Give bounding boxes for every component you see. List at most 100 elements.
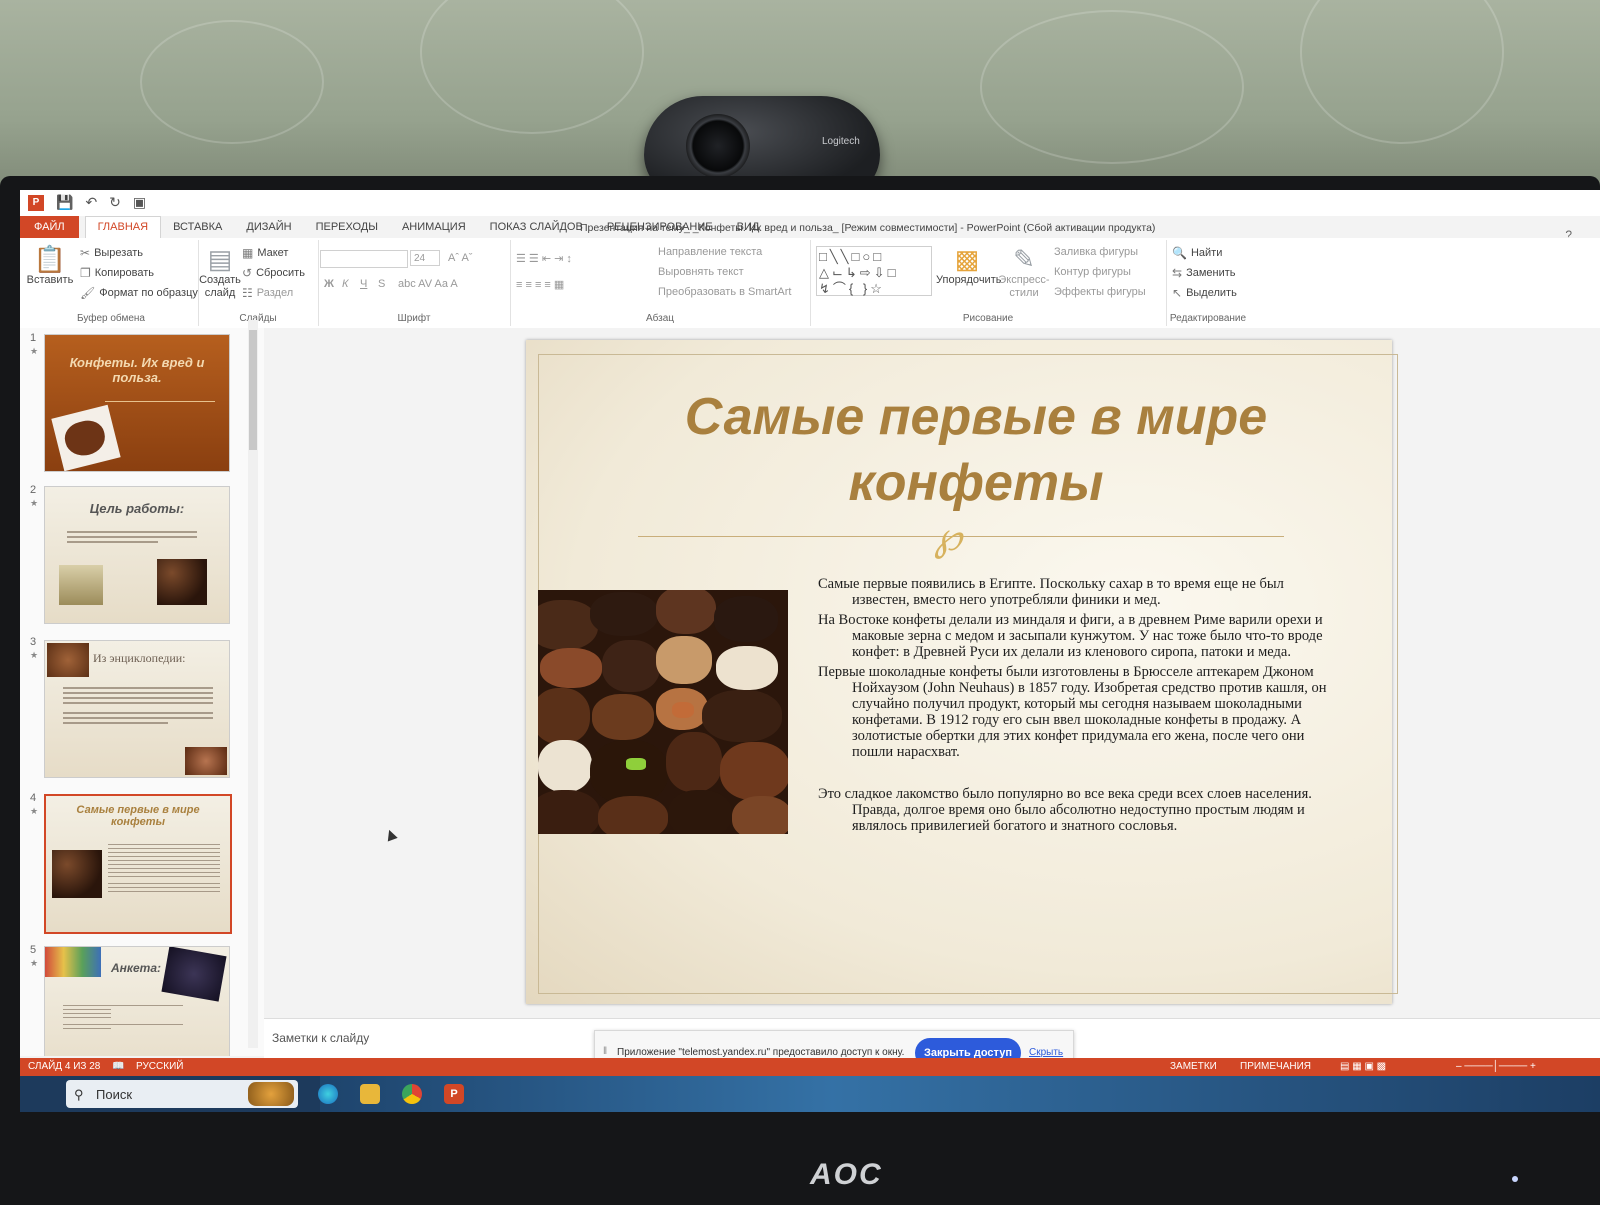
windows-taskbar: ⚲ Поиск P (20, 1076, 1600, 1112)
tab-slideshow[interactable]: ПОКАЗ СЛАЙДОВ (478, 221, 595, 238)
slide-thumbnail-2[interactable]: Цель работы: (44, 486, 230, 624)
chrome-icon[interactable] (402, 1084, 422, 1104)
thumb-title: Анкета: (111, 961, 162, 975)
bullets-icon[interactable]: ☰ ☰ ⇤ ⇥ ↕ (516, 252, 572, 265)
font-grow-icon[interactable]: Aˆ Aˇ (448, 252, 472, 264)
scrollbar-thumb[interactable] (249, 330, 257, 450)
notes-placeholder: Заметки к слайду (272, 1031, 370, 1045)
shapes-gallery[interactable]: □╲╲□○□ △⌙↳⇨⇩□ ↯⌒{ }☆ (816, 246, 932, 296)
underline-button[interactable]: Ч (360, 278, 367, 290)
spellcheck-icon[interactable]: 📖 (112, 1061, 124, 1072)
smartart-button[interactable]: Преобразовать в SmartArt (658, 286, 791, 298)
drag-handle-icon[interactable]: ‖ (603, 1046, 607, 1057)
cursor-icon: ↖ (1172, 286, 1183, 300)
tab-design[interactable]: ДИЗАЙН (234, 221, 303, 238)
slide-body-text[interactable]: Самые первые появились в Египте. Посколь… (818, 576, 1338, 838)
clipboard-icon: 📋 (33, 244, 67, 274)
bold-button[interactable]: Ж (324, 278, 334, 290)
thumb-text-lines (63, 1005, 183, 1032)
font-size-select[interactable]: 24 (410, 250, 440, 266)
copy-button[interactable]: ❐ Копировать (80, 266, 154, 280)
current-slide[interactable]: Самые первые в мире конфеты ℘ Самые перв… (526, 340, 1398, 1004)
tab-home[interactable]: ГЛАВНАЯ (84, 216, 162, 238)
text-direction-button[interactable]: Направление текста (658, 246, 762, 258)
binoculars-icon: 🔍 (1172, 246, 1187, 260)
thumb-number: 1 (30, 332, 37, 344)
thumb-number: 3 (30, 636, 37, 648)
thumb-photo (52, 850, 102, 898)
cut-button[interactable]: ✂ Вырезать (80, 246, 143, 260)
thumbnails-scrollbar[interactable] (248, 320, 258, 1048)
select-button[interactable]: ↖ Выделить (1172, 286, 1237, 300)
replace-icon: ⇆ (1172, 266, 1183, 280)
paste-button[interactable]: 📋 Вставить (26, 244, 74, 287)
new-slide-button[interactable]: ▤ Создать слайд (198, 244, 242, 300)
shape-effects-button[interactable]: Эффекты фигуры (1054, 286, 1146, 298)
format-painter-button[interactable]: 🖌 Формат по образцу (80, 286, 198, 300)
font-name-select[interactable] (320, 250, 408, 268)
animation-star-icon: ★ (30, 806, 39, 816)
language-indicator[interactable]: РУССКИЙ (136, 1061, 183, 1072)
drawing-group-label: Рисование (962, 313, 1014, 324)
thumb-title: Самые первые в мире конфеты (76, 804, 200, 828)
replace-button[interactable]: ⇆ Заменить (1172, 266, 1236, 280)
hide-link[interactable]: Скрыть (1029, 1047, 1063, 1058)
layout-button[interactable]: ▦ Макет (242, 246, 288, 260)
taskbar-search[interactable]: ⚲ Поиск (66, 1080, 298, 1108)
quick-styles-label: Экспресс-стили (998, 274, 1050, 299)
thumb-title: Конфеты. Их вред и польза. (69, 355, 205, 385)
align-text-button[interactable]: Выровнять текст (658, 266, 744, 278)
strikethrough-icon[interactable]: abc AV Aa A (398, 278, 458, 290)
slide-paragraph: Первые шоколадные конфеты были изготовле… (818, 664, 1327, 760)
reset-icon: ↺ (242, 266, 253, 280)
undo-icon[interactable]: ↶ (85, 194, 97, 211)
paragraph-group-label: Абзац (645, 313, 675, 324)
shadow-button[interactable]: S (378, 278, 385, 290)
ribbon: 📋 Вставить ✂ Вырезать ❐ Копировать 🖌 Формат… (20, 238, 1600, 329)
slide-thumbnail-5[interactable]: Анкета: (44, 946, 230, 1056)
status-bar: СЛАЙД 4 ИЗ 28 📖 РУССКИЙ ЗАМЕТКИ ПРИМЕЧАН… (20, 1058, 1600, 1076)
redo-icon[interactable]: ↻ (109, 194, 121, 211)
quick-access-toolbar: P 💾 ↶ ↻ ▣ (28, 194, 146, 211)
thumb-title: Из энциклопедии: (93, 651, 186, 665)
thumb-photo (47, 643, 89, 677)
start-slideshow-icon[interactable]: ▣ (133, 194, 146, 211)
group-slides: ▤ Создать слайд ▦ Макет ↺ Сбросить ☷ Раздел… (198, 240, 319, 326)
shape-fill-button[interactable]: Заливка фигуры (1054, 246, 1138, 258)
zoom-slider[interactable]: – ────│──── + (1456, 1061, 1536, 1072)
thumb-photo (45, 947, 101, 977)
section-button[interactable]: ☷ Раздел (242, 286, 293, 300)
slide-title[interactable]: Самые первые в мире конфеты (626, 384, 1326, 516)
search-highlight-image (248, 1082, 294, 1106)
edge-icon[interactable] (318, 1084, 338, 1104)
thumb-photo (59, 565, 103, 605)
reset-button[interactable]: ↺ Сбросить (242, 266, 305, 280)
find-button[interactable]: 🔍 Найти (1172, 246, 1222, 260)
group-editing: 🔍 Найти ⇆ Заменить ↖ Выделить Редактировани… (1166, 240, 1250, 326)
powerpoint-taskbar-icon[interactable]: P (444, 1084, 464, 1104)
slide-thumbnail-4[interactable]: Самые первые в мире конфеты (44, 794, 232, 934)
comments-toggle[interactable]: ПРИМЕЧАНИЯ (1240, 1061, 1311, 1072)
save-icon[interactable]: 💾 (56, 194, 73, 211)
shape-outline-button[interactable]: Контур фигуры (1054, 266, 1131, 278)
tab-insert[interactable]: ВСТАВКА (161, 221, 234, 238)
arrange-button[interactable]: ▩ Упорядочить (936, 244, 1001, 287)
heart-candy-box (61, 416, 109, 460)
file-explorer-icon[interactable] (360, 1084, 380, 1104)
mouse-cursor-icon: ▲ (378, 821, 403, 847)
tab-transitions[interactable]: ПЕРЕХОДЫ (304, 221, 390, 238)
view-buttons-icon[interactable]: ▤ ▦ ▣ ▩ (1340, 1061, 1386, 1072)
group-drawing: □╲╲□○□ △⌙↳⇨⇩□ ↯⌒{ }☆ ▩ Упорядочить ✎ Экс… (810, 240, 1167, 326)
thumb-photo (157, 559, 207, 605)
group-clipboard: 📋 Вставить ✂ Вырезать ❐ Копировать 🖌 Формат… (24, 240, 199, 326)
slide-thumbnail-1[interactable]: Конфеты. Их вред и польза. (44, 334, 230, 472)
italic-button[interactable]: К (342, 278, 348, 290)
align-icon[interactable]: ≡ ≡ ≡ ≡ ▦ (516, 278, 564, 291)
tab-animation[interactable]: АНИМАЦИЯ (390, 221, 478, 238)
tab-file[interactable]: ФАЙЛ (20, 216, 79, 238)
chocolates-image[interactable] (538, 590, 788, 834)
slide-thumbnail-3[interactable]: Из энциклопедии: (44, 640, 230, 778)
notes-toggle[interactable]: ЗАМЕТКИ (1170, 1061, 1217, 1072)
quick-styles-button[interactable]: ✎ Экспресс-стили (998, 244, 1050, 300)
group-paragraph: ☰ ☰ ⇤ ⇥ ↕ ≡ ≡ ≡ ≡ ▦ Направление текста В… (510, 240, 811, 326)
